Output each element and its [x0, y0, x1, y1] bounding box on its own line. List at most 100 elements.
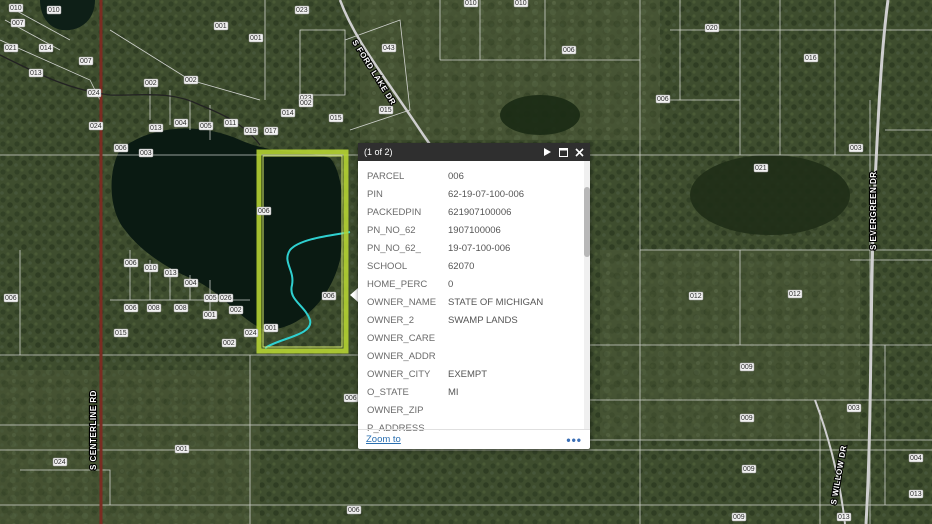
parcel-number-label: 011 — [223, 118, 239, 128]
parcel-number-text: 004 — [175, 120, 187, 127]
parcel-number-text: 021 — [755, 165, 767, 172]
parcel-number-label: 024 — [52, 457, 68, 467]
parcel-number-text: 010 — [48, 7, 60, 14]
parcel-number-text: 015 — [330, 115, 342, 122]
parcel-number-text: 002 — [230, 307, 242, 314]
parcel-number-label: 043 — [381, 43, 397, 53]
parcel-number-label: 024 — [88, 121, 104, 131]
parcel-number-text: 016 — [805, 55, 817, 62]
parcel-number-text: 005 — [200, 123, 212, 130]
parcel-number-label: 002 — [183, 75, 199, 85]
parcel-number-text: 019 — [245, 128, 257, 135]
parcel-number-text: 001 — [215, 23, 227, 30]
maximize-icon[interactable] — [558, 147, 568, 157]
parcel-number-text: 009 — [733, 514, 745, 521]
parcel-number-text: 007 — [80, 58, 92, 65]
parcel-number-label: 006 — [256, 206, 272, 216]
parcel-number-label: 020 — [704, 23, 720, 33]
parcel-number-label: 001 — [263, 323, 279, 333]
attribute-key: OWNER_ADDR — [367, 350, 436, 362]
parcel-number-text: 014 — [282, 110, 294, 117]
attribute-key: OWNER_2 — [367, 314, 414, 326]
attribute-row: OWNER_CITY EXEMPT — [358, 365, 584, 383]
attribute-row: HOME_PERC 0 — [358, 275, 584, 293]
parcel-number-label: 005 — [198, 121, 214, 131]
attribute-key: HOME_PERC — [367, 278, 428, 290]
zoom-to-link[interactable]: Zoom to — [366, 434, 401, 445]
attribute-key: SCHOOL — [367, 260, 408, 272]
parcel-number-text: 006 — [345, 395, 357, 402]
parcel-number-label: 001 — [202, 310, 218, 320]
parcel-number-label: 006 — [113, 143, 129, 153]
parcel-number-text: 005 — [205, 295, 217, 302]
parcel-number-label: 004 — [173, 118, 189, 128]
parcel-number-text: 006 — [563, 47, 575, 54]
parcel-number-text: 024 — [245, 330, 257, 337]
parcel-number-text: 008 — [148, 305, 160, 312]
popup-header: (1 of 2) — [358, 143, 590, 161]
close-icon[interactable] — [574, 147, 584, 157]
parcel-number-text: 021 — [5, 45, 17, 52]
parcel-number-text: 023 — [296, 7, 308, 14]
popup-counter: (1 of 2) — [364, 147, 393, 157]
attribute-value: 006 — [448, 170, 464, 182]
parcel-number-label: 007 — [78, 56, 94, 66]
parcel-number-label: 010 — [8, 3, 24, 13]
parcel-number-text: 003 — [848, 405, 860, 412]
parcel-number-text: 006 — [258, 208, 270, 215]
parcel-number-label: 013 — [28, 68, 44, 78]
play-icon[interactable] — [542, 147, 552, 157]
attribute-value: EXEMPT — [448, 368, 488, 380]
parcel-number-text: 004 — [910, 455, 922, 462]
parcel-number-text: 001 — [204, 312, 216, 319]
attribute-row: PN_NO_62_ 19-07-100-006 — [358, 239, 584, 257]
parcel-number-text: 006 — [348, 507, 360, 514]
parcel-number-label: 012 — [787, 289, 803, 299]
dense-forest — [500, 95, 580, 135]
parcel-number-label: 021 — [3, 43, 19, 53]
popup-pointer — [350, 288, 358, 302]
parcel-number-label: 003 — [846, 403, 862, 413]
attribute-value: 0 — [448, 278, 454, 290]
parcel-number-label: 021 — [753, 163, 769, 173]
parcel-number-label: 006 — [346, 505, 362, 515]
popup-scrollbar[interactable] — [584, 161, 590, 429]
parcel-number-label: 001 — [248, 33, 264, 43]
popup-attributes[interactable]: PARCEL 006 PIN 62-19-07-100-006 PACKEDPIN 621… — [358, 161, 584, 435]
attribute-key: O_STATE — [367, 386, 409, 398]
parcel-number-label: 007 — [10, 18, 26, 28]
popup-footer: Zoom to ••• — [358, 429, 590, 449]
parcel-number-text: 006 — [125, 305, 137, 312]
attribute-key: PN_NO_62_ — [367, 242, 421, 254]
parcel-number-text: 009 — [743, 466, 755, 473]
parcel-number-text: 010 — [10, 5, 22, 12]
parcel-number-label: 006 — [655, 94, 671, 104]
more-options-button[interactable]: ••• — [566, 433, 582, 447]
parcel-number-label: 026 — [218, 293, 234, 303]
attribute-key: PN_NO_62 — [367, 224, 416, 236]
parcel-number-label: 006 — [3, 293, 19, 303]
parcel-number-text: 008 — [175, 305, 187, 312]
terrain-field — [0, 370, 260, 524]
parcel-number-label: 002 — [221, 338, 237, 348]
parcel-number-text: 017 — [265, 128, 277, 135]
parcel-number-text: 013 — [838, 514, 850, 521]
parcel-number-label: 009 — [739, 413, 755, 423]
parcel-number-text: 006 — [115, 145, 127, 152]
attribute-value: STATE OF MICHIGAN — [448, 296, 544, 308]
parcel-number-text: 006 — [657, 96, 669, 103]
parcel-number-label: 015 — [328, 113, 344, 123]
popup-controls — [542, 147, 584, 157]
attribute-key: OWNER_CITY — [367, 368, 431, 380]
popup-scrollbar-thumb[interactable] — [584, 187, 590, 257]
parcel-number-text: 013 — [165, 270, 177, 277]
parcel-number-label: 013 — [148, 123, 164, 133]
parcel-number-text: 010 — [465, 0, 477, 7]
parcel-number-label: 003 — [848, 143, 864, 153]
parcel-number-label: 013 — [908, 489, 924, 499]
parcel-number-label: 008 — [173, 303, 189, 313]
attribute-value: 621907100006 — [448, 206, 512, 218]
parcel-number-text: 010 — [145, 265, 157, 272]
parcel-number-label: 009 — [731, 512, 747, 522]
parcel-number-text: 012 — [789, 291, 801, 298]
